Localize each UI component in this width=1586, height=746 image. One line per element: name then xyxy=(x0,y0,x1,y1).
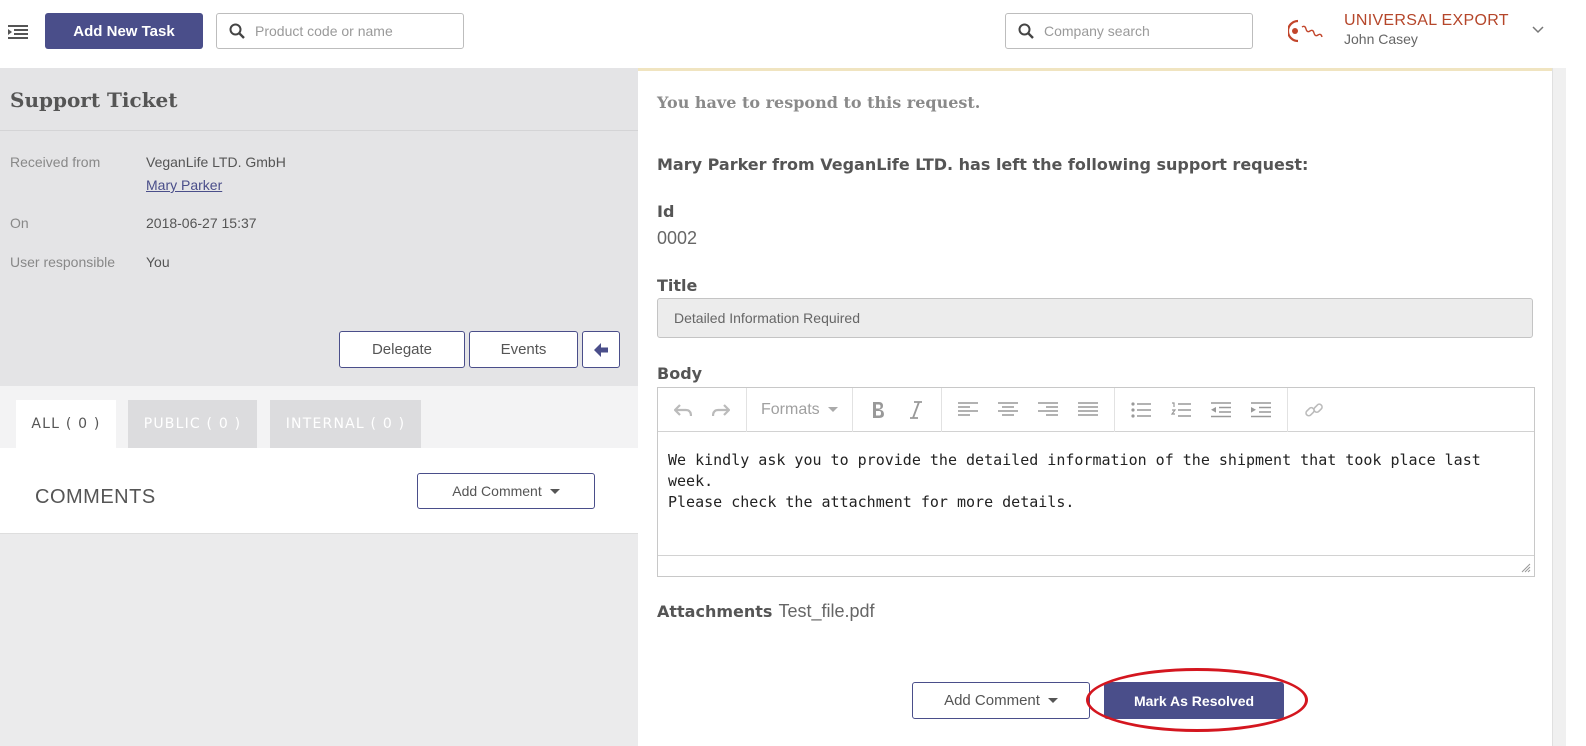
redo-button[interactable] xyxy=(702,388,740,432)
indent-icon xyxy=(1250,401,1271,417)
history-group xyxy=(658,387,747,432)
align-left-button[interactable] xyxy=(948,388,988,432)
bullet-list-icon xyxy=(1131,401,1151,418)
add-comment-label: Add Comment xyxy=(944,692,1040,709)
tab-internal[interactable]: INTERNAL ( 0 ) xyxy=(270,400,421,448)
indent-button[interactable] xyxy=(1241,388,1281,432)
editor-content[interactable]: We kindly ask you to provide the detaile… xyxy=(668,450,1534,513)
align-center-icon xyxy=(997,401,1018,416)
page-title: Support Ticket xyxy=(10,88,178,112)
body-line: We kindly ask you to provide the detaile… xyxy=(668,451,1481,490)
italic-icon xyxy=(909,400,922,419)
numbered-list-button[interactable] xyxy=(1161,388,1201,432)
editor-statusbar xyxy=(658,555,1534,576)
undo-icon xyxy=(674,403,692,416)
outdent-button[interactable] xyxy=(1201,388,1241,432)
caret-down-icon xyxy=(549,488,560,494)
align-right-button[interactable] xyxy=(1028,388,1068,432)
title-label: Title xyxy=(657,276,698,295)
add-comment-dropdown-button[interactable]: Add Comment xyxy=(417,473,595,509)
company-name: UNIVERSAL EXPORT xyxy=(1344,12,1509,29)
align-group xyxy=(942,387,1115,432)
id-value: 0002 xyxy=(657,228,698,248)
company-search-box[interactable] xyxy=(1005,13,1253,49)
received-from-label: Received from xyxy=(10,154,101,170)
resize-handle-icon[interactable] xyxy=(1519,561,1531,573)
align-right-icon xyxy=(1037,401,1058,416)
body-label: Body xyxy=(657,364,703,383)
delegate-button[interactable]: Delegate xyxy=(339,331,465,368)
scrollbar[interactable] xyxy=(1552,68,1566,746)
caret-down-icon xyxy=(1047,698,1058,703)
ticket-header: Support Ticket Received from VeganLife L… xyxy=(0,68,638,386)
received-from-person-link[interactable]: Mary Parker xyxy=(146,177,222,193)
align-left-icon xyxy=(957,401,978,416)
comment-tabs: ALL ( 0 ) PUBLIC ( 0 ) INTERNAL ( 0 ) xyxy=(0,386,638,448)
mark-as-resolved-button[interactable]: Mark As Resolved xyxy=(1104,682,1284,719)
attachments-label: Attachments xyxy=(657,602,773,621)
link-group xyxy=(1288,388,1340,432)
add-new-task-button[interactable]: Add New Task xyxy=(45,13,203,49)
request-intro: Mary Parker from VeganLife LTD. has left… xyxy=(657,155,1309,174)
formats-label: Formats xyxy=(761,400,820,418)
add-comment-dropdown-button[interactable]: Add Comment xyxy=(912,682,1090,719)
insert-link-button[interactable] xyxy=(1294,388,1334,432)
link-icon xyxy=(1304,402,1323,417)
request-panel: You have to respond to this request. Mar… xyxy=(638,68,1552,736)
on-label: On xyxy=(10,215,29,231)
body-line: Please check the attachment for more det… xyxy=(668,493,1075,511)
tab-all[interactable]: ALL ( 0 ) xyxy=(16,400,116,448)
on-value: 2018-06-27 15:37 xyxy=(146,215,257,231)
events-button[interactable]: Events xyxy=(469,331,578,368)
arrow-left-icon xyxy=(594,342,608,357)
rich-text-editor: Formats We kindly ask you to provide the… xyxy=(657,387,1535,577)
back-button[interactable] xyxy=(582,331,620,368)
list-group xyxy=(1115,387,1288,432)
attachment-file-link[interactable]: Test_file.pdf xyxy=(778,601,874,621)
undo-button[interactable] xyxy=(664,388,702,432)
respond-notice: You have to respond to this request. xyxy=(657,93,981,112)
tab-public[interactable]: PUBLIC ( 0 ) xyxy=(128,400,257,448)
user-responsible-label: User responsible xyxy=(10,254,116,270)
company-logo xyxy=(1288,19,1323,43)
product-search-input[interactable] xyxy=(255,23,452,39)
caret-down-icon xyxy=(827,407,838,412)
redo-icon xyxy=(712,403,730,416)
id-label: Id xyxy=(657,202,675,221)
add-comment-label: Add Comment xyxy=(452,483,542,499)
bullet-list-button[interactable] xyxy=(1121,388,1161,432)
attachments: Attachments Test_file.pdf xyxy=(657,601,875,622)
chevron-down-icon[interactable] xyxy=(1531,22,1545,36)
top-bar: Add New Task UNIVERSAL EXPORT John Casey xyxy=(0,0,1586,68)
align-center-button[interactable] xyxy=(988,388,1028,432)
company-search-input[interactable] xyxy=(1044,23,1241,39)
style-group xyxy=(853,387,942,432)
title-field[interactable] xyxy=(657,298,1533,338)
justify-button[interactable] xyxy=(1068,388,1108,432)
bold-button[interactable] xyxy=(859,388,897,432)
bold-icon xyxy=(872,401,884,418)
search-icon xyxy=(1018,23,1034,39)
formats-group: Formats xyxy=(747,387,853,432)
received-from-company: VeganLife LTD. GmbH xyxy=(146,154,286,170)
comments-header: COMMENTS Add Comment xyxy=(0,448,638,534)
editor-toolbar: Formats xyxy=(658,387,1534,432)
numbered-list-icon xyxy=(1170,401,1191,417)
menu-icon[interactable] xyxy=(8,24,28,40)
formats-dropdown[interactable]: Formats xyxy=(753,388,846,432)
divider xyxy=(0,130,638,131)
user-responsible-value: You xyxy=(146,254,170,270)
user-name: John Casey xyxy=(1344,31,1418,47)
search-icon xyxy=(229,23,245,39)
left-panel: Support Ticket Received from VeganLife L… xyxy=(0,68,638,746)
align-justify-icon xyxy=(1077,401,1098,416)
comments-title: COMMENTS xyxy=(35,486,156,508)
italic-button[interactable] xyxy=(897,388,935,432)
outdent-icon xyxy=(1210,401,1231,417)
product-search-box[interactable] xyxy=(216,13,464,49)
